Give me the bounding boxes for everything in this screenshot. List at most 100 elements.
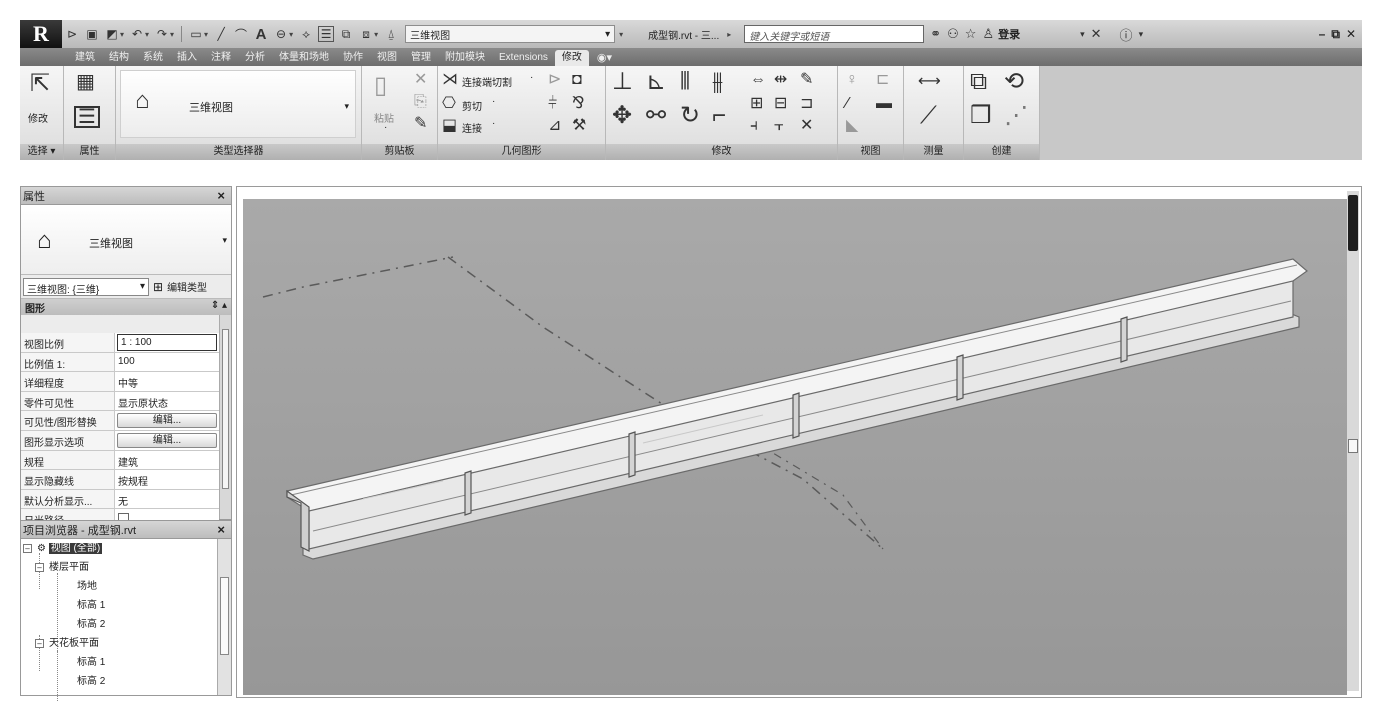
- minimize-icon[interactable]: –: [1319, 27, 1326, 42]
- text-quick-icon[interactable]: A: [253, 26, 269, 43]
- help-icon[interactable]: ⓘ: [1120, 25, 1133, 44]
- demolish-icon[interactable]: ⅋: [572, 96, 584, 112]
- graphic-display-edit-button[interactable]: 编辑...: [117, 432, 217, 448]
- save-icon[interactable]: ▣: [84, 26, 100, 42]
- copy-element-icon[interactable]: ⚯: [646, 104, 666, 128]
- override-icon[interactable]: ⊏: [876, 72, 889, 88]
- paste-icon[interactable]: ▯: [374, 74, 387, 98]
- undo-icon[interactable]: ↶: [129, 26, 145, 42]
- property-group-header[interactable]: 图形 ⇕ ▴: [21, 299, 231, 315]
- tree-item-floor-plans[interactable]: – 楼层平面: [35, 558, 89, 577]
- edit-type-icon[interactable]: ⊞: [153, 280, 163, 294]
- edit-type-button[interactable]: 编辑类型: [167, 279, 207, 294]
- subscription-icon[interactable]: ⚇: [947, 26, 959, 42]
- measure-quick-icon[interactable]: ╱: [213, 26, 229, 42]
- redo-icon[interactable]: ↷: [154, 26, 170, 42]
- print-dropdown-icon[interactable]: ▾: [204, 30, 208, 39]
- rotate-icon[interactable]: ↻: [680, 104, 700, 128]
- split-face-icon[interactable]: ⫩: [548, 96, 557, 112]
- binoculars-icon[interactable]: ⚭: [930, 26, 941, 42]
- dimension-icon[interactable]: ⟋: [920, 104, 937, 128]
- close-icon[interactable]: ✕: [1346, 27, 1356, 42]
- switch-windows-dropdown-icon[interactable]: ▾: [374, 30, 378, 39]
- tab-insert[interactable]: 插入: [170, 50, 204, 66]
- cut-dropdown-icon[interactable]: ·: [492, 96, 495, 107]
- join-label[interactable]: 连接: [462, 120, 482, 135]
- array-icon[interactable]: ⊞: [750, 96, 763, 112]
- join-cut-icon[interactable]: ⋊: [442, 72, 458, 88]
- mirror-axis-icon[interactable]: ⫴: [680, 70, 690, 94]
- tab-view[interactable]: 视图: [370, 50, 404, 66]
- trim-extend-icon[interactable]: ⌐: [712, 104, 726, 128]
- section-quick-icon[interactable]: ⟡: [298, 26, 314, 42]
- tree-item-level-1[interactable]: 标高 1: [77, 596, 105, 615]
- type-properties-icon[interactable]: ▦: [76, 72, 95, 92]
- tab-annotate[interactable]: 注释: [204, 50, 238, 66]
- print-icon[interactable]: ▭: [188, 26, 204, 42]
- 3d-view-quick-icon[interactable]: ⊖: [273, 26, 289, 42]
- tree-item-level-2[interactable]: 标高 2: [77, 615, 105, 634]
- user-icon[interactable]: ♙: [982, 26, 994, 42]
- restore-icon[interactable]: ⧉: [1331, 27, 1340, 42]
- close-icon[interactable]: ×: [217, 522, 225, 537]
- trim-multiple-icon[interactable]: ⫟: [774, 118, 784, 134]
- collapse-icon[interactable]: –: [35, 638, 44, 648]
- tab-structure[interactable]: 结构: [102, 50, 136, 66]
- application-menu-button[interactable]: R: [20, 20, 62, 48]
- drawing-area[interactable]: [236, 186, 1362, 698]
- tab-extensions[interactable]: Extensions: [492, 50, 555, 66]
- collapse-icon[interactable]: –: [23, 543, 32, 553]
- selection-box-icon[interactable]: ◣: [846, 118, 858, 134]
- visibility-graphics-edit-button[interactable]: 编辑...: [117, 413, 217, 428]
- info-arrow-icon[interactable]: ▸: [727, 30, 731, 39]
- 3d-view-dropdown-icon[interactable]: ▾: [289, 30, 293, 39]
- join-cut-dropdown-icon[interactable]: ·: [530, 72, 533, 83]
- properties-type-selector[interactable]: ⌂ 三维视图 ▾: [21, 205, 231, 275]
- split-gap-icon[interactable]: ⇹: [774, 72, 787, 88]
- delete-icon[interactable]: ✕: [800, 118, 813, 134]
- hide-icon[interactable]: ♀: [846, 72, 858, 88]
- exchange-apps-icon[interactable]: ✕: [1091, 26, 1102, 42]
- panel-label-select[interactable]: 选择 ▾: [20, 144, 63, 160]
- paste-dropdown-icon[interactable]: ·: [384, 122, 387, 133]
- collapse-icon[interactable]: –: [35, 562, 44, 572]
- login-dropdown-icon[interactable]: ▾: [1080, 29, 1085, 40]
- override-graphics-icon[interactable]: ▬: [876, 96, 892, 112]
- project-browser-scrollbar[interactable]: [217, 539, 231, 695]
- properties-scrollbar[interactable]: [219, 315, 231, 519]
- paint-icon[interactable]: ◘: [572, 72, 582, 88]
- tab-modify[interactable]: 修改: [554, 50, 589, 66]
- linework-icon[interactable]: ⁄: [846, 96, 849, 112]
- instance-filter-dropdown[interactable]: 三维视图: {三维} ▾: [23, 277, 149, 296]
- tree-item-ceiling-level-2[interactable]: 标高 2: [77, 672, 105, 691]
- scissors-icon[interactable]: ✕: [414, 72, 427, 88]
- pin-icon[interactable]: ⊐: [800, 96, 813, 112]
- sync-icon[interactable]: ◩: [104, 26, 120, 42]
- mirror-draw-icon[interactable]: ⫵: [712, 70, 723, 94]
- 3d-viewport[interactable]: [243, 199, 1347, 695]
- type-selector-dropdown[interactable]: ⌂ 三维视图 ▾: [120, 70, 356, 138]
- offset-icon[interactable]: ⊾: [646, 70, 666, 94]
- drawing-area-scrollbar[interactable]: [1347, 191, 1359, 691]
- dimension-quick-icon[interactable]: ⌒: [233, 26, 249, 42]
- customize-quick-access-icon[interactable]: ▾: [619, 30, 623, 39]
- match-type-icon[interactable]: ✎: [414, 116, 427, 132]
- redo-dropdown-icon[interactable]: ▾: [170, 30, 174, 39]
- sync-dropdown-icon[interactable]: ▾: [120, 30, 124, 39]
- create-group-icon[interactable]: ⟲: [1004, 70, 1024, 94]
- collapse-icon[interactable]: ⇕ ▴: [211, 300, 227, 314]
- measure-icon[interactable]: ⟷: [918, 74, 941, 90]
- cut-label[interactable]: 剪切: [462, 98, 482, 113]
- align-icon[interactable]: ⊥: [612, 70, 633, 94]
- wrench-icon[interactable]: ⚒: [572, 118, 586, 134]
- tab-collaborate[interactable]: 协作: [336, 50, 370, 66]
- property-value[interactable]: 中等: [115, 372, 219, 391]
- wall-joins-icon[interactable]: ⊳: [548, 72, 561, 88]
- tab-add-ins[interactable]: 附加模块: [438, 50, 492, 66]
- create-similar-icon[interactable]: ⋰: [1004, 104, 1028, 128]
- property-value[interactable]: 按规程: [115, 470, 219, 489]
- switch-windows-icon[interactable]: ⧈: [358, 26, 374, 42]
- tab-manage[interactable]: 管理: [404, 50, 438, 66]
- split-element-icon[interactable]: ⇔: [750, 72, 766, 88]
- tab-systems[interactable]: 系统: [136, 50, 170, 66]
